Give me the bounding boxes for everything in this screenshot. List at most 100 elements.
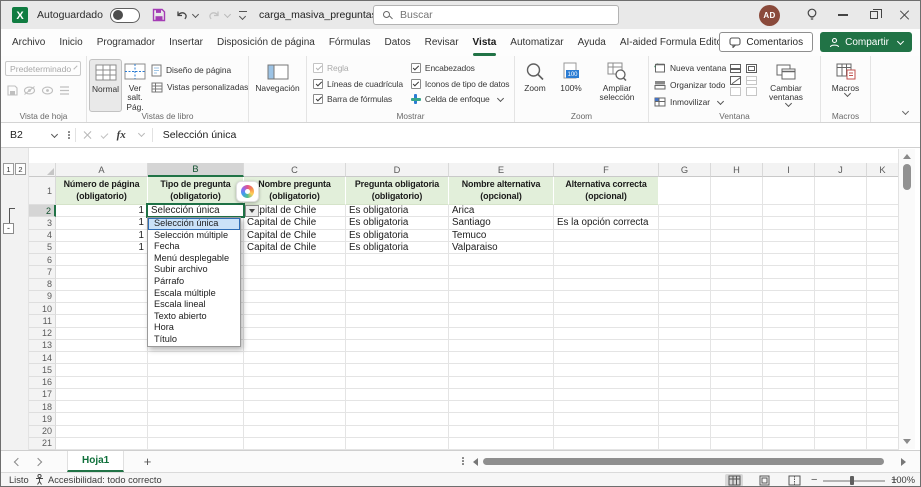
share-button[interactable]: Compartir [820, 32, 912, 52]
cell-C4[interactable]: Capital de Chile [244, 230, 346, 242]
cell-I15[interactable] [763, 364, 815, 376]
cell-D4[interactable]: Es obligatoria [346, 230, 449, 242]
col-header-D[interactable]: D [346, 163, 449, 177]
cell-I8[interactable] [763, 279, 815, 291]
cell-H19[interactable] [711, 413, 763, 425]
cell-D11[interactable] [346, 315, 449, 327]
zoom-slider[interactable] [823, 480, 885, 482]
cell-B1[interactable]: Tipo de pregunta (obligatorio) [148, 177, 244, 205]
cell-H7[interactable] [711, 266, 763, 278]
cell-C12[interactable] [244, 328, 346, 340]
normal-view-toggle[interactable] [725, 474, 743, 487]
cell-G8[interactable] [659, 279, 711, 291]
cell-J5[interactable] [815, 242, 867, 254]
cell-D1[interactable]: Pregunta obligatoria (obligatorio) [346, 177, 449, 205]
cell-C15[interactable] [244, 364, 346, 376]
dropdown-item-escala-múltiple[interactable]: Escala múltiple [148, 288, 240, 300]
cell-K4[interactable] [867, 230, 899, 242]
cell-H3[interactable] [711, 217, 763, 229]
cell-K12[interactable] [867, 328, 899, 340]
cell-F13[interactable] [554, 340, 659, 352]
cell-K2[interactable] [867, 205, 899, 217]
col-header-H[interactable]: H [711, 163, 763, 177]
cell-J16[interactable] [815, 377, 867, 389]
row-header-16[interactable]: 16 [29, 377, 56, 389]
accessibility-status[interactable]: Accesibilidad: todo correcto [35, 474, 162, 485]
freeze-panes-button[interactable]: Inmovilizar [654, 95, 730, 109]
cell-I19[interactable] [763, 413, 815, 425]
cell-D7[interactable] [346, 266, 449, 278]
cell-H10[interactable] [711, 303, 763, 315]
row-header-11[interactable]: 11 [29, 315, 56, 327]
cell-D14[interactable] [346, 352, 449, 364]
custom-views-button[interactable]: Vistas personalizadas [151, 80, 248, 94]
cell-A2[interactable]: 1 [56, 205, 148, 217]
cell-D3[interactable]: Es obligatoria [346, 217, 449, 229]
cell-I17[interactable] [763, 389, 815, 401]
cell-G17[interactable] [659, 389, 711, 401]
cell-D12[interactable] [346, 328, 449, 340]
close-button[interactable] [889, 1, 920, 29]
row-header-1[interactable]: 1 [29, 177, 56, 205]
vertical-scroll-thumb[interactable] [903, 164, 911, 190]
reset-window-position-icon[interactable] [746, 87, 757, 96]
col-header-I[interactable]: I [763, 163, 815, 177]
cell-H8[interactable] [711, 279, 763, 291]
cell-K14[interactable] [867, 352, 899, 364]
row-header-15[interactable]: 15 [29, 364, 56, 376]
cell-H21[interactable] [711, 438, 763, 450]
tab-vista[interactable]: Vista [466, 29, 504, 56]
cell-C5[interactable]: Capital de Chile [244, 242, 346, 254]
cell-G9[interactable] [659, 291, 711, 303]
insert-function-icon[interactable]: fx [117, 129, 126, 141]
row-header-18[interactable]: 18 [29, 401, 56, 413]
cell-K11[interactable] [867, 315, 899, 327]
cell-A9[interactable] [56, 291, 148, 303]
dropdown-item-escala-lineal[interactable]: Escala lineal [148, 299, 240, 311]
cell-H18[interactable] [711, 401, 763, 413]
cell-I7[interactable] [763, 266, 815, 278]
cell-G20[interactable] [659, 426, 711, 438]
col-header-A[interactable]: A [56, 163, 148, 177]
cell-G10[interactable] [659, 303, 711, 315]
cell-F11[interactable] [554, 315, 659, 327]
cell-K13[interactable] [867, 340, 899, 352]
cell-F9[interactable] [554, 291, 659, 303]
cell-D6[interactable] [346, 254, 449, 266]
search-input[interactable] [400, 9, 580, 21]
cell-K20[interactable] [867, 426, 899, 438]
tab-datos[interactable]: Datos [378, 29, 418, 56]
col-header-F[interactable]: F [554, 163, 659, 177]
minimize-button[interactable] [827, 1, 858, 29]
cell-C14[interactable] [244, 352, 346, 364]
cell-D10[interactable] [346, 303, 449, 315]
cell-J15[interactable] [815, 364, 867, 376]
cell-I16[interactable] [763, 377, 815, 389]
cell-A19[interactable] [56, 413, 148, 425]
cell-I2[interactable] [763, 205, 815, 217]
search-box[interactable] [373, 5, 619, 25]
restore-button[interactable] [858, 1, 889, 29]
cell-J4[interactable] [815, 230, 867, 242]
cell-J17[interactable] [815, 389, 867, 401]
tab-scrollbar-divider[interactable] [462, 457, 464, 465]
cell-A3[interactable]: 1 [56, 217, 148, 229]
col-header-C[interactable]: C [244, 163, 346, 177]
cell-A1[interactable]: Número de página (obligatorio) [56, 177, 148, 205]
view-side-by-side-icon[interactable] [746, 64, 757, 73]
cell-H2[interactable] [711, 205, 763, 217]
cell-A17[interactable] [56, 389, 148, 401]
zoom-to-selection-button[interactable]: Ampliar selección [589, 59, 645, 103]
new-window-button[interactable]: Nueva ventana [654, 61, 730, 75]
cell-J7[interactable] [815, 266, 867, 278]
exit-sheet-view-icon[interactable] [23, 85, 36, 96]
formula-bar-chevron-icon[interactable] [138, 130, 145, 137]
dropdown-item-selección-única[interactable]: Selección única [148, 218, 240, 230]
cell-E8[interactable] [449, 279, 554, 291]
navigation-button[interactable]: Navegación [251, 59, 304, 93]
row-header-5[interactable]: 5 [29, 242, 56, 254]
cell-E16[interactable] [449, 377, 554, 389]
name-box[interactable]: B2 [1, 123, 63, 147]
cell-I9[interactable] [763, 291, 815, 303]
cell-E19[interactable] [449, 413, 554, 425]
